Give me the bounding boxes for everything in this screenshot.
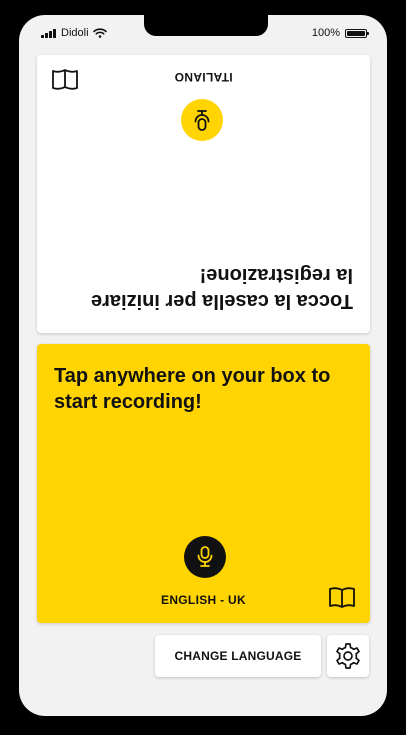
- status-bar-left: Didoli: [41, 27, 107, 39]
- phone-screen: Didoli 100% Tocca la casella per iniziar…: [19, 15, 387, 716]
- battery-icon: [345, 28, 369, 38]
- wifi-icon: [92, 28, 107, 38]
- status-bar-right: 100%: [311, 27, 369, 39]
- italian-panel-content: Tocca la casella per iniziare la registr…: [37, 55, 370, 333]
- english-mic-button[interactable]: [184, 536, 226, 578]
- english-prompt: Tap anywhere on your box to start record…: [54, 365, 331, 413]
- gear-icon: [336, 643, 360, 669]
- english-language-label: ENGLISH - UK: [161, 593, 246, 607]
- book-icon[interactable]: [328, 586, 356, 610]
- settings-button[interactable]: [327, 635, 369, 677]
- mic-icon: [197, 546, 213, 567]
- italian-mic-button[interactable]: [181, 99, 223, 141]
- carrier-name: Didoli: [61, 27, 89, 39]
- battery-percent: 100%: [311, 27, 340, 39]
- notch: [144, 15, 268, 36]
- signal-icon: [41, 28, 56, 38]
- italian-record-panel[interactable]: Tocca la casella per iniziare la registr…: [37, 55, 370, 333]
- change-language-button[interactable]: CHANGE LANGUAGE: [155, 635, 321, 677]
- book-icon[interactable]: [51, 67, 79, 91]
- italian-prompt: Tocca la casella per iniziare la registr…: [91, 264, 353, 312]
- english-record-panel[interactable]: Tap anywhere on your box to start record…: [37, 344, 370, 623]
- italian-language-label: ITALIANO: [174, 70, 233, 84]
- mic-icon: [194, 110, 210, 131]
